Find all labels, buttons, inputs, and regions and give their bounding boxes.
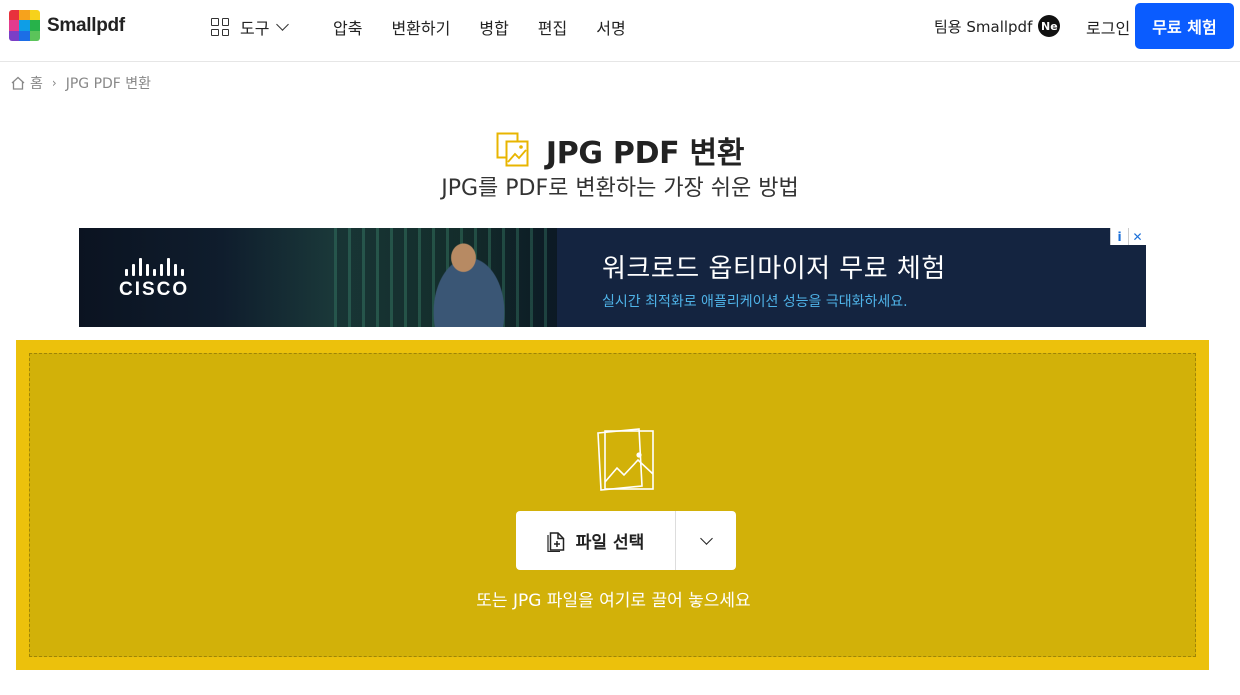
page-subtitle: JPG를 PDF로 변환하는 가장 쉬운 방법 [441,176,799,201]
nav-merge[interactable]: 병합 [479,15,508,39]
upload-options-dropdown[interactable] [676,511,736,570]
grid-icon [211,18,229,36]
team-link[interactable]: 팀용 Smallpdf Ne [934,15,1061,37]
login-link[interactable]: 로그인 [1086,15,1130,39]
page-title-row: JPG PDF 변환 [0,128,1240,172]
home-icon [11,76,25,90]
main-nav: 압축 변환하기 병합 편집 서명 [333,14,655,40]
image-files-icon [597,428,654,491]
nav-edit[interactable]: 편집 [538,15,567,39]
cisco-logo: CISCO [119,258,189,301]
free-trial-button[interactable]: 무료 체험 [1135,3,1234,49]
tools-label: 도구 [240,19,270,38]
ad-banner[interactable]: CISCO 워크로드 옵티마이저 무료 체험 실시간 최적화로 애플리케이션 성… [79,228,1146,327]
breadcrumb-home[interactable]: 홈 [30,73,43,93]
drop-hint: 또는 JPG 파일을 여기로 끌어 놓으세요 [476,591,751,611]
ad-headline: 워크로드 옵티마이저 무료 체험 [602,254,946,284]
ad-info-icon[interactable]: i [1110,228,1128,245]
new-badge: Ne [1038,15,1061,37]
logo-mark-icon [9,10,40,41]
ad-badges: i ✕ [1110,228,1146,245]
nav-convert[interactable]: 변환하기 [391,15,450,39]
chevron-down-icon [699,531,713,545]
top-header: Smallpdf 도구 압축 변환하기 병합 편집 서명 팀용 Smallpdf… [0,0,1240,62]
page-title: JPG PDF 변환 [545,136,745,171]
ad-close-icon[interactable]: ✕ [1128,228,1146,245]
breadcrumb: 홈 › JPG PDF 변환 [10,73,151,93]
choose-file-label: 파일 선택 [575,533,645,553]
dropzone-inner[interactable]: 파일 선택 또는 JPG 파일을 여기로 끌어 놓으세요 [29,353,1196,657]
add-file-icon [547,531,564,552]
choose-file-button-group: 파일 선택 [516,511,736,570]
nav-sign[interactable]: 서명 [596,15,625,39]
ad-subline: 실시간 최적화로 애플리케이션 성능을 극대화하세요. [602,294,908,310]
ad-person-graphic [414,228,524,327]
choose-file-button[interactable]: 파일 선택 [516,511,676,570]
cisco-wordmark: CISCO [119,279,190,300]
breadcrumb-current: JPG PDF 변환 [65,76,152,92]
jpg-to-pdf-icon [496,132,529,167]
breadcrumb-separator: › [51,76,57,90]
chevron-down-icon [276,18,290,31]
cisco-bars-icon [119,258,189,276]
nav-compress[interactable]: 압축 [333,15,362,39]
logo-text: Smallpdf [47,14,125,36]
file-dropzone[interactable]: 파일 선택 또는 JPG 파일을 여기로 끌어 놓으세요 [16,340,1209,670]
smallpdf-logo[interactable]: Smallpdf [9,10,125,41]
team-label: 팀용 Smallpdf [934,17,1033,36]
tools-menu-button[interactable]: 도구 [211,14,290,40]
